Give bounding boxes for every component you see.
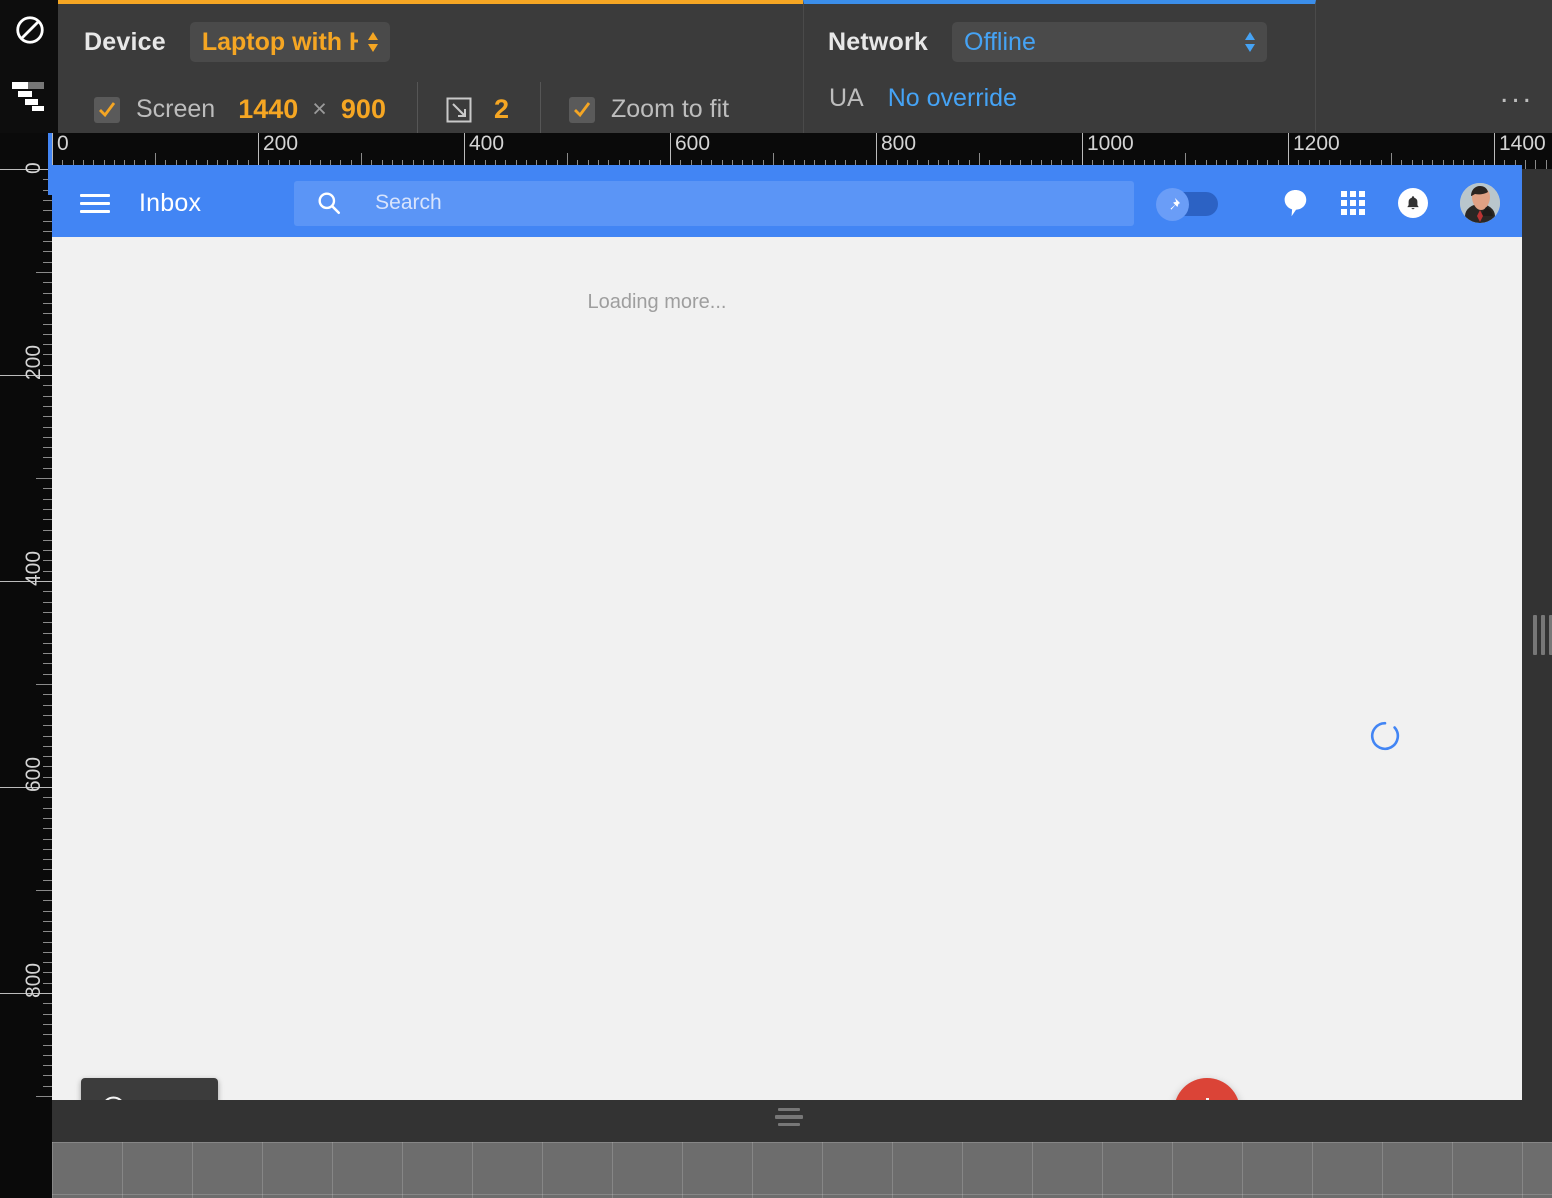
toggle-knob <box>1156 188 1190 221</box>
ruler-label-v: 0 <box>22 162 45 174</box>
network-label: Network <box>828 27 929 56</box>
screen-width-input[interactable]: 1440 <box>238 94 298 125</box>
hamburger-menu-icon[interactable] <box>80 189 110 218</box>
screen-size-checkbox[interactable] <box>94 96 120 123</box>
background-grid <box>52 1142 1552 1198</box>
pin-icon <box>1170 197 1180 210</box>
device-pixel-ratio-icon <box>446 97 472 123</box>
search-placeholder: Search <box>375 191 442 214</box>
notifications-bell-icon[interactable] <box>1398 188 1428 218</box>
user-agent-label: UA <box>829 84 864 112</box>
device-pixel-ratio-value[interactable]: 2 <box>494 94 509 125</box>
network-select-value: Offline <box>964 27 1036 56</box>
app-header-bar: Inbox Search <box>52 169 1522 237</box>
network-waterfall-icon[interactable] <box>12 78 48 112</box>
apps-grid-icon[interactable] <box>1340 190 1366 216</box>
loading-more-text: Loading more... <box>587 291 727 313</box>
ruler-label-v: 200 <box>22 344 45 380</box>
horizontal-drag-handle[interactable] <box>775 1104 803 1130</box>
ruler-label-h: 0 <box>57 133 69 155</box>
spin-arrows-icon <box>1243 29 1257 55</box>
ruler-label-v: 800 <box>22 962 45 998</box>
device-settings-panel: Device Laptop with HiDPI s <box>58 0 803 137</box>
bottom-left-gutter <box>0 1100 52 1198</box>
ruler-label-h: 1400 <box>1499 133 1546 155</box>
screen-times-symbol: × <box>312 95 327 123</box>
device-toolbar: Device Laptop with HiDPI s <box>0 0 1552 137</box>
no-entry-icon[interactable] <box>14 14 46 46</box>
toolbar-left-rail <box>0 0 58 133</box>
page-content-area: Loading more... Loading... <box>52 237 1522 1159</box>
vertical-drag-handle[interactable] <box>1533 615 1552 655</box>
search-icon <box>316 190 342 216</box>
circular-progress-spinner <box>1369 720 1401 757</box>
device-select[interactable]: Laptop with HiDPI s <box>189 22 390 62</box>
screen-label: Screen <box>136 95 216 123</box>
user-avatar[interactable] <box>1460 183 1500 223</box>
ruler-label-h: 200 <box>263 133 299 155</box>
toolbar-divider-1 <box>416 82 418 137</box>
network-throttling-select[interactable]: Offline <box>952 22 1268 62</box>
spin-arrows-icon <box>366 29 380 55</box>
ruler-label-h: 600 <box>675 133 711 155</box>
ruler-label-h: 1200 <box>1293 133 1340 155</box>
user-agent-value[interactable]: No override <box>888 84 1017 113</box>
device-viewport: Inbox Search Loading more... <box>52 169 1522 1159</box>
ruler-label-v: 600 <box>22 756 45 792</box>
toolbar-overflow-panel: ... <box>1316 0 1552 133</box>
device-select-value: Laptop with HiDPI s <box>201 27 358 56</box>
ruler-label-v: 400 <box>22 550 45 586</box>
ruler-label-h: 400 <box>469 133 505 155</box>
page-title: Inbox <box>139 188 202 217</box>
zoom-to-fit-label: Zoom to fit <box>611 95 730 123</box>
pin-toggle[interactable] <box>1156 188 1219 221</box>
device-label: Device <box>84 27 166 56</box>
search-input[interactable]: Search <box>294 180 1135 226</box>
horizontal-ruler[interactable]: 0 200 400 600 800 1000 1200 1400 <box>0 133 1552 169</box>
screen-height-input[interactable]: 900 <box>341 94 386 125</box>
network-settings-panel: Network Offline UA No override <box>803 0 1316 133</box>
devtools-device-mode-screen: Device Laptop with HiDPI s <box>0 0 1552 1198</box>
toolbar-divider-2 <box>540 82 541 137</box>
ruler-label-h: 1000 <box>1087 133 1134 155</box>
vertical-ruler[interactable]: 0 200 400 600 800 <box>0 133 52 1198</box>
more-options-button[interactable]: ... <box>1500 78 1534 108</box>
zoom-to-fit-checkbox[interactable] <box>569 96 595 123</box>
appbar-icon-group <box>1283 183 1522 223</box>
hangouts-icon[interactable] <box>1283 189 1308 218</box>
ruler-label-h: 800 <box>881 133 917 155</box>
